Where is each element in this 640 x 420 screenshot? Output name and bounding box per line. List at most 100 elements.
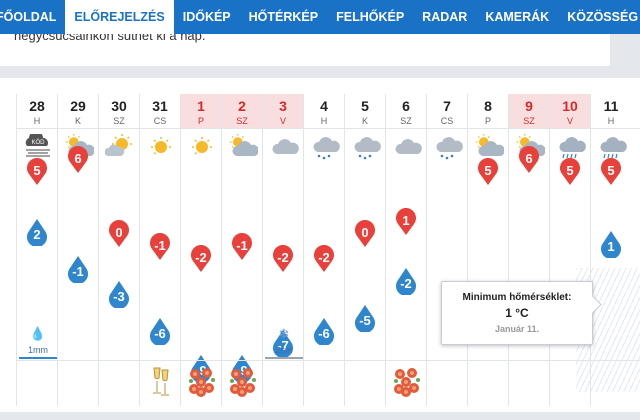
- min-temp-value: -5: [359, 313, 371, 329]
- day-number: 7: [443, 98, 451, 114]
- nav-item-6[interactable]: KAMERÁK: [476, 0, 558, 34]
- min-temp-marker[interactable]: -3: [108, 280, 130, 308]
- day-header: 11 H: [591, 94, 631, 128]
- sunny-icon: [187, 134, 217, 160]
- max-temp-marker[interactable]: 0: [354, 220, 376, 248]
- day-of-week: SZ: [400, 116, 412, 126]
- tooltip-value: 1 °C: [505, 306, 529, 320]
- cloudy-icon: [269, 134, 299, 160]
- svg-text:KÖD: KÖD: [31, 139, 45, 146]
- snow-cloud-icon: [310, 134, 340, 160]
- day-header: 4H: [304, 94, 344, 128]
- tooltip-date: Január 11.: [494, 324, 540, 334]
- sunny-icon: [146, 134, 176, 160]
- max-temp-marker[interactable]: 6: [518, 146, 540, 174]
- min-temp-tooltip: Minimum hőmérséklet: 1 °C Január 11.: [441, 281, 593, 345]
- max-temp-marker[interactable]: 5: [26, 158, 48, 186]
- max-temp-value: -1: [236, 237, 248, 253]
- max-temp-value: 0: [361, 225, 369, 241]
- day-header: 28 H: [17, 94, 57, 128]
- day-number: 30: [111, 98, 127, 114]
- tooltip-title: Minimum hőmérséklet:: [462, 292, 572, 303]
- max-temp-marker[interactable]: 5: [477, 158, 499, 186]
- day-header: 10 V: [550, 94, 590, 128]
- max-temp-marker[interactable]: -2: [313, 245, 335, 273]
- nav-item-0[interactable]: FŐOLDAL: [0, 0, 65, 34]
- max-temp-value: 5: [566, 163, 574, 179]
- max-temp-marker[interactable]: -2: [272, 245, 294, 273]
- day-of-week: H: [320, 116, 328, 126]
- nav-item-3[interactable]: HŐTÉRKÉP: [240, 0, 327, 34]
- nav-item-7[interactable]: KÖZÖSSÉG: [558, 0, 640, 34]
- day-header: 3V: [263, 94, 303, 128]
- min-temp-marker[interactable]: 2: [26, 218, 48, 246]
- max-temp-marker[interactable]: -1: [149, 232, 171, 261]
- min-temp-marker[interactable]: -6: [313, 317, 335, 345]
- max-temp-value: 6: [525, 151, 533, 166]
- max-temp-marker[interactable]: -2: [190, 245, 212, 273]
- max-temp-marker[interactable]: 0: [108, 220, 130, 248]
- day-header: 1P: [181, 94, 221, 128]
- snow-cloud-icon: [351, 134, 381, 160]
- max-temp-marker[interactable]: -1: [231, 232, 253, 261]
- day-of-week: V: [566, 116, 573, 126]
- partly-cloudy-icon: [228, 134, 259, 160]
- day-of-week: V: [279, 116, 286, 126]
- nav-item-4[interactable]: FELHŐKÉP: [327, 0, 413, 34]
- nav-item-1[interactable]: ELŐREJELZÉS: [65, 0, 174, 34]
- day-number: 11: [603, 98, 619, 114]
- max-temp-value: -2: [195, 250, 207, 266]
- min-temp-value: -3: [113, 288, 125, 304]
- max-temp-marker[interactable]: 5: [559, 158, 581, 186]
- day-header: 29 K: [58, 94, 98, 128]
- snow-cloud-icon: [433, 134, 463, 160]
- day-number: 3: [279, 98, 287, 114]
- kod-fog-icon: KÖD: [23, 131, 53, 160]
- day-of-week: SZ: [523, 116, 535, 126]
- max-temp-value: 5: [484, 163, 492, 179]
- name-day-flowers-icon: [187, 364, 217, 398]
- max-temp-marker[interactable]: 5: [600, 158, 622, 186]
- min-temp-value: -6: [154, 325, 166, 341]
- day-header: 8P: [468, 94, 508, 128]
- day-header: 31 CS: [140, 94, 180, 128]
- max-temp-value: 5: [607, 163, 615, 179]
- min-temp-marker[interactable]: -2: [395, 267, 417, 296]
- day-number: 10: [562, 98, 578, 114]
- nav-item-5[interactable]: RADAR: [413, 0, 476, 34]
- day-of-week: K: [74, 116, 81, 126]
- day-of-week: CS: [153, 116, 167, 126]
- max-temp-value: -2: [277, 250, 289, 266]
- forecast-panel: 28 H KÖD 5 2 💧 1mm 29 K 6 -1 30 SZ 0 -3 31 CS -1 -6 1 P -2 -9 2…: [0, 78, 640, 412]
- min-temp-marker[interactable]: 1: [600, 230, 622, 258]
- forecast-text-panel: negycsucsainkon sutnet ki a nap.: [0, 34, 610, 66]
- max-temp-value: 6: [74, 151, 82, 166]
- champagne-icon: [146, 364, 176, 398]
- grid-line: [16, 360, 640, 361]
- max-temp-marker[interactable]: 1: [395, 208, 417, 236]
- max-temp-value: 0: [115, 225, 123, 241]
- day-number: 28: [29, 98, 45, 114]
- day-of-week: P: [197, 116, 204, 126]
- nav-item-2[interactable]: IDŐKÉP: [174, 0, 240, 34]
- day-of-week: H: [33, 116, 41, 126]
- precip-bar: [265, 357, 303, 359]
- day-of-week: K: [361, 116, 368, 126]
- snowflake-icon: ❄: [278, 326, 290, 341]
- name-day-flowers-icon: [228, 364, 258, 398]
- day-of-week: SZ: [236, 116, 248, 126]
- day-header: 9 SZ: [509, 94, 549, 128]
- day-header: 7 CS: [427, 94, 467, 128]
- min-temp-marker[interactable]: -6: [149, 317, 171, 345]
- min-temp-marker[interactable]: -1: [67, 255, 89, 283]
- max-temp-value: -2: [318, 250, 330, 266]
- day-of-week: SZ: [113, 116, 125, 126]
- day-number: 31: [152, 98, 168, 114]
- main-nav: FŐOLDAL ELŐREJELZÉS IDŐKÉP HŐTÉRKÉP FELHŐKÉP…: [0, 0, 640, 34]
- min-temp-marker[interactable]: -5: [354, 304, 376, 333]
- day-number: 5: [361, 98, 369, 114]
- rain-cloud-icon: [556, 134, 586, 160]
- day-number: 2: [238, 98, 246, 114]
- forecast-text: negycsucsainkon sutnet ki a nap.: [14, 34, 206, 43]
- max-temp-marker[interactable]: 6: [67, 146, 89, 174]
